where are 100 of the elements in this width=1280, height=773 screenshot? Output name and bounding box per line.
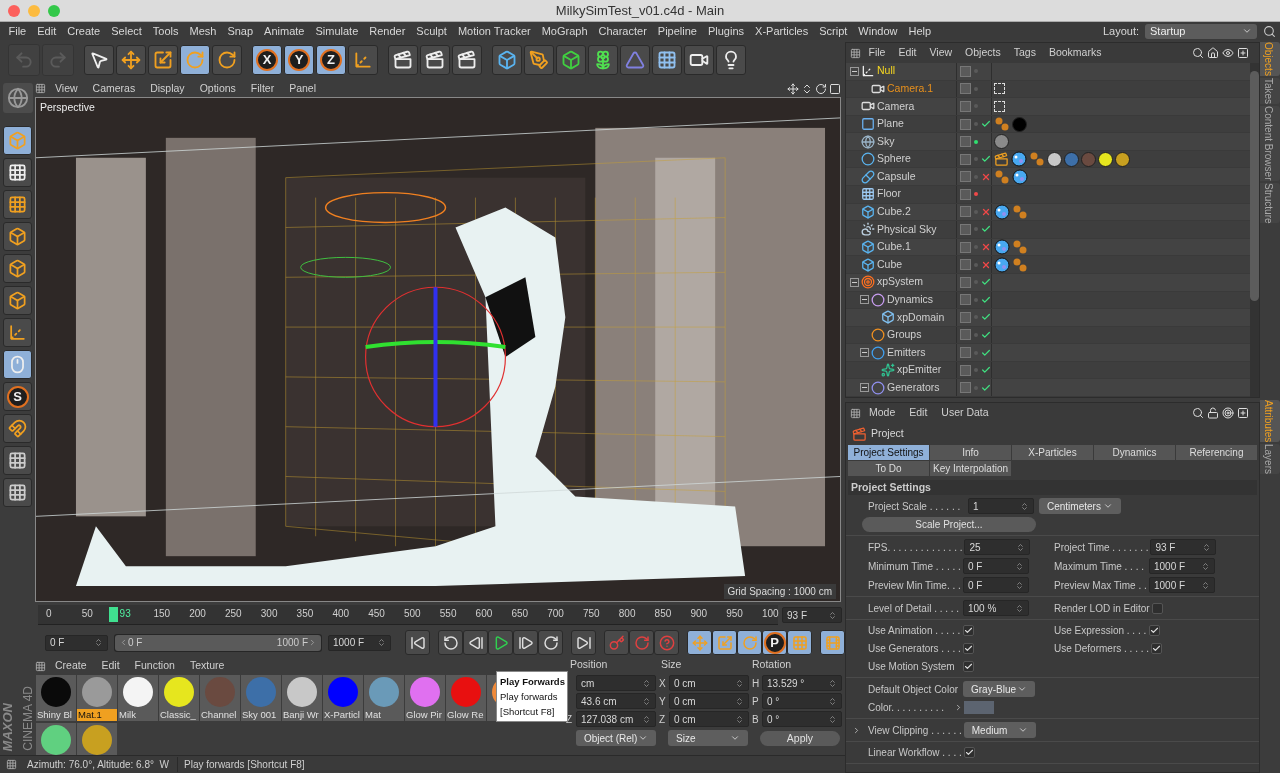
coordinate-field[interactable]: 127.038 cm: [576, 711, 656, 727]
grid-snap-button[interactable]: [3, 478, 32, 507]
subdivision-button[interactable]: [556, 45, 586, 75]
coordinate-field[interactable]: 43.6 cm: [576, 693, 656, 709]
layer-swatch-icon[interactable]: [960, 206, 971, 218]
axis-button[interactable]: X: [252, 45, 282, 75]
axis-button[interactable]: Y: [284, 45, 314, 75]
object-name[interactable]: Sphere: [877, 151, 911, 168]
object-name[interactable]: Generators: [887, 379, 940, 396]
param-button[interactable]: P: [762, 630, 787, 655]
menu-item[interactable]: Plugins: [702, 22, 750, 40]
menu-item[interactable]: Simulate: [309, 22, 364, 40]
object-name[interactable]: Null: [877, 63, 896, 80]
cross-icon[interactable]: [981, 171, 991, 182]
material-menu-item[interactable]: Edit: [95, 658, 126, 674]
number-field[interactable]: 93 F: [1150, 539, 1217, 555]
object-name[interactable]: Floor: [877, 186, 901, 203]
menu-item[interactable]: MoGraph: [536, 22, 594, 40]
attribute-tab[interactable]: X-Particles: [1012, 445, 1093, 460]
search-icon[interactable]: [1192, 407, 1204, 419]
panel-grip-icon[interactable]: [850, 47, 861, 59]
menu-item[interactable]: Tools: [147, 22, 184, 40]
object-name[interactable]: Cube: [877, 256, 903, 273]
checkbox[interactable]: [963, 643, 974, 654]
object-name[interactable]: Camera.1: [887, 81, 934, 97]
attribute-tab[interactable]: Dynamics: [1094, 445, 1175, 460]
number-field[interactable]: 1000 F: [1149, 558, 1215, 574]
object-menu-item[interactable]: Edit: [892, 45, 922, 61]
menu-item[interactable]: Character: [593, 22, 653, 40]
menu-item[interactable]: Create: [61, 22, 106, 40]
scale-button[interactable]: [148, 45, 178, 75]
check-icon[interactable]: [981, 365, 991, 376]
render-view-button[interactable]: [388, 45, 418, 75]
material-item[interactable]: Banji Wr: [282, 675, 322, 721]
scale-project-button[interactable]: Scale Project...: [862, 517, 1036, 532]
scale-button[interactable]: [712, 630, 737, 655]
menu-item[interactable]: Motion Tracker: [452, 22, 537, 40]
object-name[interactable]: Camera: [877, 98, 915, 115]
viewport-menu-item[interactable]: Cameras: [86, 80, 142, 97]
object-name[interactable]: Groups: [887, 327, 922, 343]
deformer-button[interactable]: [620, 45, 650, 75]
menu-item[interactable]: Edit: [31, 22, 62, 40]
side-tab[interactable]: Content Browser: [1260, 106, 1280, 181]
menu-item[interactable]: File: [3, 22, 32, 40]
viewport-menu-item[interactable]: Display: [144, 80, 191, 97]
material-menu-item[interactable]: Create: [49, 658, 93, 674]
color-swatch[interactable]: [964, 701, 994, 714]
camera-button[interactable]: [684, 45, 714, 75]
home-icon[interactable]: [1207, 47, 1219, 59]
object-name[interactable]: Emitters: [887, 344, 926, 361]
material-item[interactable]: Mat.1: [77, 675, 117, 721]
number-field[interactable]: 100 %: [963, 600, 1029, 616]
checkbox[interactable]: [963, 747, 975, 758]
next-frame-button[interactable]: [513, 630, 538, 655]
material-item[interactable]: Sky 001: [241, 675, 281, 721]
apply-button[interactable]: Apply: [760, 730, 840, 746]
menu-item[interactable]: Snap: [221, 22, 259, 40]
play-button[interactable]: [488, 630, 513, 655]
texture-button[interactable]: [3, 158, 32, 187]
attribute-menu-item[interactable]: Mode: [863, 405, 902, 421]
current-frame-field[interactable]: 93 F: [782, 607, 842, 623]
playhead[interactable]: [108, 607, 118, 622]
last-frame-button[interactable]: [571, 630, 596, 655]
axis-mode-button[interactable]: [3, 318, 32, 347]
attribute-tab[interactable]: Info: [930, 445, 1011, 460]
viewport-menu-item[interactable]: View: [49, 80, 84, 97]
coordinate-field[interactable]: 0 °: [762, 693, 842, 709]
checkbox[interactable]: [1151, 602, 1163, 614]
material-item[interactable]: Channel: [200, 675, 240, 721]
polygons-button[interactable]: [3, 286, 32, 315]
layer-swatch-icon[interactable]: [960, 329, 971, 341]
workplane-button[interactable]: [3, 190, 32, 219]
checkbox[interactable]: [1149, 625, 1160, 636]
attribute-tab[interactable]: Referencing: [1176, 445, 1257, 460]
checkbox[interactable]: [1151, 643, 1163, 654]
floor-button[interactable]: [652, 45, 682, 75]
menu-item[interactable]: Help: [903, 22, 937, 40]
mograph-button[interactable]: [588, 45, 618, 75]
collapse-toggle[interactable]: [850, 66, 859, 76]
material-menu-item[interactable]: Function: [128, 658, 181, 674]
coordinate-field[interactable]: cm: [576, 675, 656, 691]
globe-icon[interactable]: [2, 83, 33, 113]
collapse-toggle[interactable]: [850, 277, 859, 287]
object-name[interactable]: Dynamics: [887, 291, 934, 308]
object-name[interactable]: xpSystem: [877, 274, 924, 291]
up-down-arrows-icon[interactable]: [801, 82, 813, 95]
material-item[interactable]: Shiny Bl: [36, 675, 76, 721]
new-panel-icon[interactable]: [1237, 47, 1249, 59]
auto-key-button[interactable]: [629, 630, 654, 655]
search-icon[interactable]: [1192, 47, 1204, 59]
number-field[interactable]: 0 F: [963, 558, 1029, 574]
check-icon[interactable]: [981, 347, 991, 358]
render-picture-button[interactable]: [420, 45, 450, 75]
layer-swatch-icon[interactable]: [960, 224, 971, 235]
maximize-icon[interactable]: [829, 82, 841, 95]
material-item[interactable]: Mat: [364, 675, 404, 721]
material-item[interactable]: X-Particl: [323, 675, 363, 721]
collapse-toggle[interactable]: [860, 383, 869, 393]
material-menu-item[interactable]: Texture: [183, 658, 231, 674]
search-icon[interactable]: [1263, 24, 1276, 38]
